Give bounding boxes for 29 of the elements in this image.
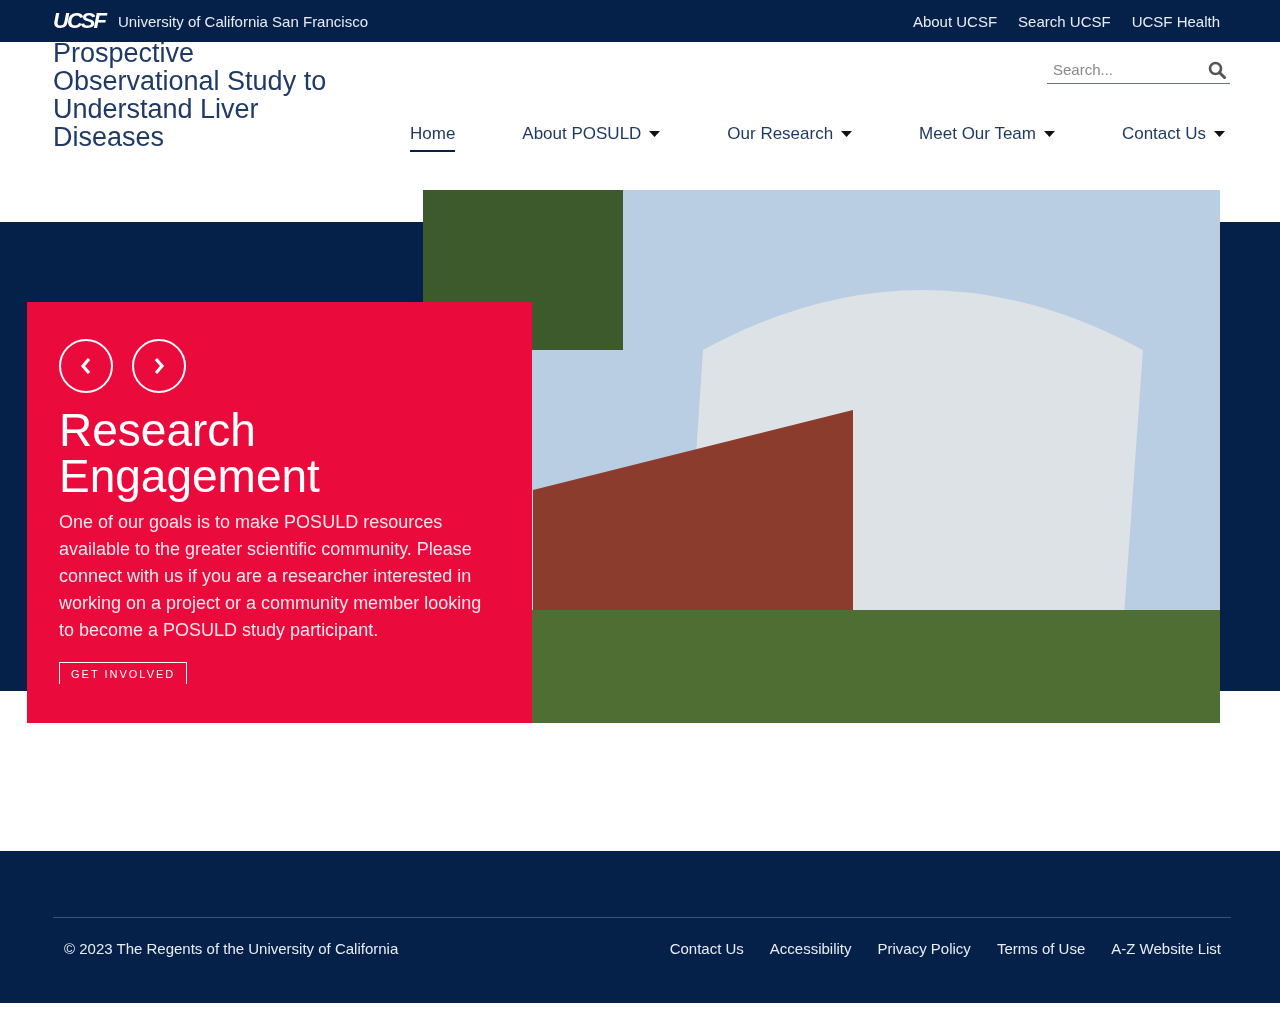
nav-link[interactable]: Meet Our Team [919,124,1055,152]
slide-text: One of our goals is to make POSULD resources available to the greater scientific community. Please connect with us if you are a researcher interested in working on a project or a community member looking to become a POSULD study participant. [59,511,483,642]
nav-link[interactable]: Our Research [727,124,853,152]
caret-icon [1043,131,1055,137]
footer-link[interactable]: Terms of Use [996,940,1086,957]
get-involved-button[interactable]: GET INVOLVED [59,662,188,684]
ucsf-logo[interactable]: UCSF [53,8,105,34]
chevron-right-icon [153,357,165,375]
university-name: University of California San Francisco [117,12,368,30]
footer-link[interactable]: Privacy Policy [877,940,971,957]
footer-link[interactable]: A-Z Website List [1111,940,1221,957]
caret-icon [841,131,853,137]
next-button[interactable] [132,339,186,393]
search-icon[interactable] [1208,61,1226,79]
top-link[interactable]: About UCSF [912,12,998,30]
footer-link[interactable]: Contact Us [669,940,744,957]
site-title[interactable]: Prospective Observational Study to Understand Liver Diseases [53,39,353,190]
nav-link[interactable]: Contact Us [1121,124,1225,152]
caret-icon [1214,131,1225,137]
nav-link[interactable]: About POSULD [522,124,661,152]
previous-button[interactable] [59,339,113,393]
chevron-left-icon [80,357,92,375]
search-field[interactable]: Search... [1047,56,1230,84]
copyright: © 2023 The Regents of the University of California [64,940,399,957]
top-link[interactable]: Search UCSF [1018,12,1111,30]
top-link[interactable]: UCSF Health [1131,12,1220,30]
footer-link[interactable]: Accessibility [769,940,852,957]
caret-icon [649,131,661,137]
nav-link[interactable]: Home [410,124,456,152]
